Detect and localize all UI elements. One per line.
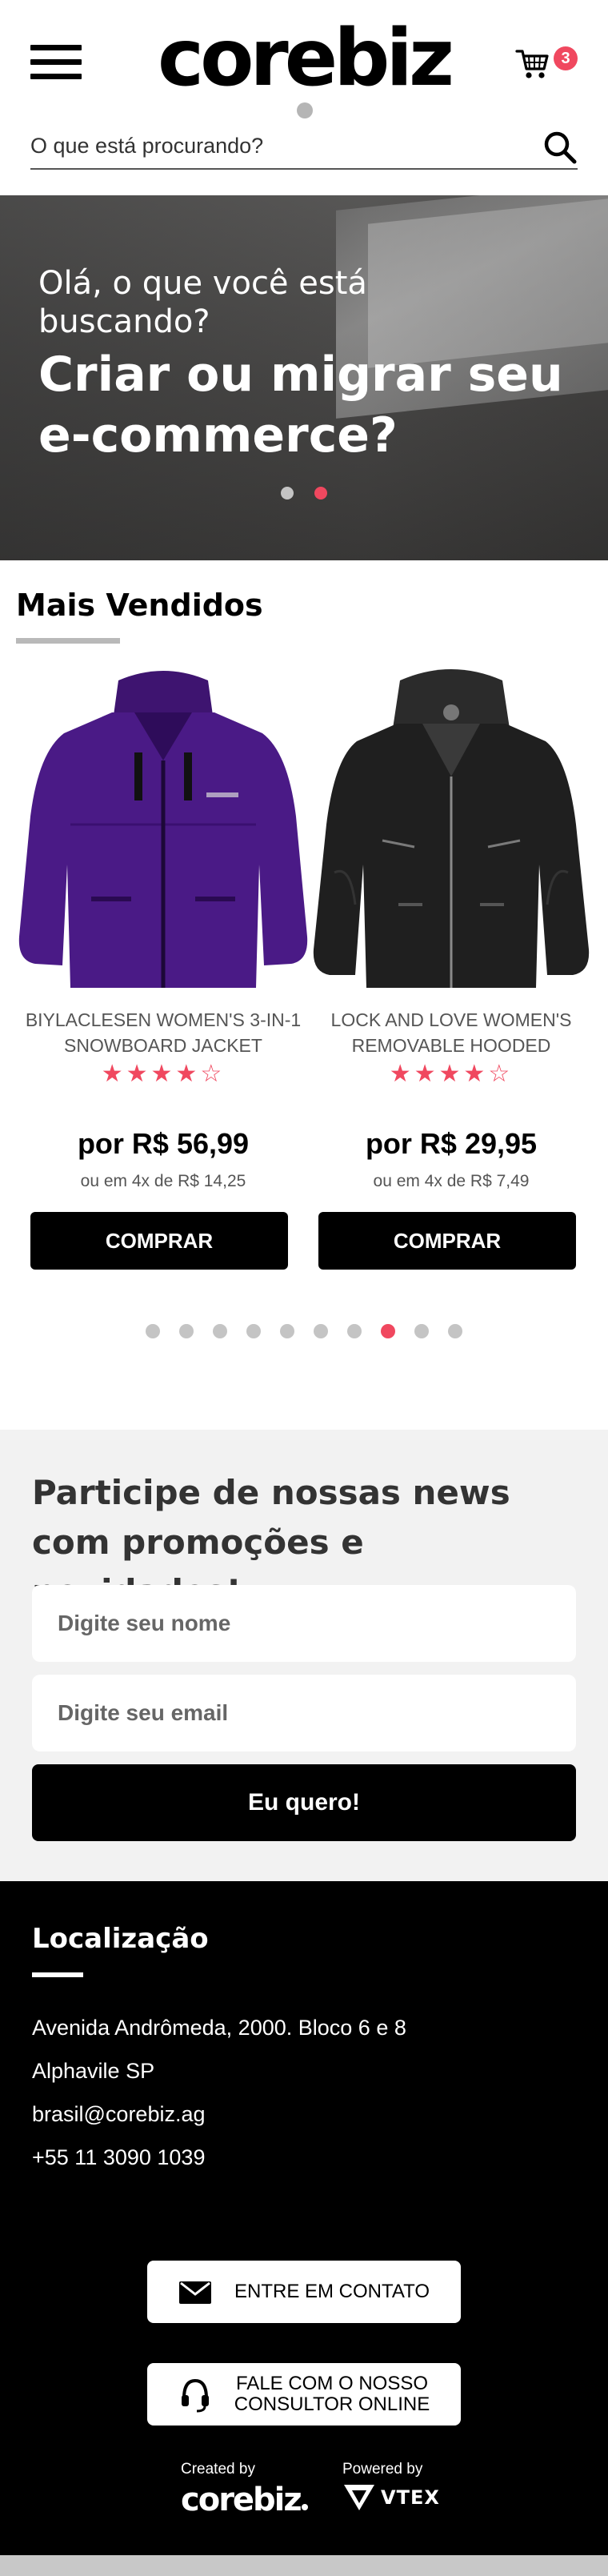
product-installments: ou em 4x de R$ 7,49 (373, 1172, 530, 1190)
footer: Localização Avenida Andrômeda, 2000. Blo… (0, 1881, 608, 2555)
contact-button-label: ENTRE EM CONTATO (234, 2281, 430, 2302)
consultant-button[interactable]: FALE COM O NOSSO CONSULTOR ONLINE (147, 2363, 461, 2426)
footer-phone[interactable]: +55 11 3090 1039 (32, 2145, 205, 2170)
footer-title-underline (32, 1972, 83, 1977)
cart-button[interactable]: 3 (515, 46, 578, 82)
shelf-dot-4[interactable] (246, 1324, 261, 1338)
product-name[interactable]: BIYLACLESEN WOMEN'S 3-IN-1 SNOWBOARD JAC… (22, 1007, 304, 1058)
product-card[interactable]: BIYLACLESEN WOMEN'S 3-IN-1 SNOWBOARD JAC… (14, 664, 312, 1273)
vtex-logo-icon (344, 2485, 374, 2510)
brand-logo[interactable]: corebiz (152, 13, 456, 118)
product-rating-stars: ★★★★☆ (389, 1061, 514, 1087)
newsletter-email-input[interactable] (32, 1675, 576, 1751)
newsletter-name-input[interactable] (32, 1585, 576, 1662)
shelf-dot-3[interactable] (213, 1324, 227, 1338)
product-installments: ou em 4x de R$ 14,25 (80, 1172, 246, 1190)
product-price: por R$ 29,95 (365, 1127, 538, 1160)
cart-icon (515, 50, 549, 78)
shelf-dot-9[interactable] (414, 1324, 429, 1338)
footer-email[interactable]: brasil@corebiz.ag (32, 2102, 206, 2127)
product-card[interactable]: LOCK AND LOVE WOMEN'S REMOVABLE HOODED ★… (302, 664, 600, 1273)
powered-by[interactable]: Powered by VTEX (342, 2461, 502, 2525)
shelf-pagination (0, 1324, 608, 1338)
powered-by-label: Powered by (342, 2461, 423, 2478)
product-image-black-leather-jacket[interactable] (302, 664, 600, 1001)
product-image-purple-jacket[interactable] (14, 664, 312, 1001)
shelf-dot-2[interactable] (179, 1324, 194, 1338)
product-rating-stars: ★★★★☆ (101, 1061, 226, 1087)
shelf-dot-7[interactable] (347, 1324, 362, 1338)
mail-icon (179, 2281, 211, 2304)
shelf-dot-6[interactable] (314, 1324, 328, 1338)
section-title-best-sellers: Mais Vendidos (16, 588, 263, 623)
vtex-logo: VTEX (342, 2483, 439, 2515)
footer-address: Avenida Andrômeda, 2000. Bloco 6 e 8 (32, 2016, 406, 2040)
consultant-button-label: FALE COM O NOSSO CONSULTOR ONLINE (234, 2373, 430, 2415)
shelf-dot-5[interactable] (280, 1324, 294, 1338)
cart-count-badge: 3 (554, 46, 578, 70)
menu-icon[interactable] (30, 45, 82, 83)
shelf-dot-10[interactable] (448, 1324, 462, 1338)
product-name[interactable]: LOCK AND LOVE WOMEN'S REMOVABLE HOODED (310, 1007, 592, 1058)
newsletter-section: Participe de nossas news com promoções e… (0, 1430, 608, 1881)
hero-banner[interactable]: Olá, o que você está buscando? Criar ou … (0, 195, 608, 560)
corebiz-footer-logo: corebiz (181, 2482, 308, 2518)
section-title-underline (16, 638, 120, 644)
contact-button[interactable]: ENTRE EM CONTATO (147, 2261, 461, 2323)
shelf-dot-8-active[interactable] (381, 1324, 395, 1338)
vtex-logo-text: VTEX (381, 2486, 440, 2509)
banner-dot-2-active[interactable] (314, 487, 327, 500)
header: corebiz 3 (0, 0, 608, 192)
footer-location-title: Localização (32, 1923, 209, 1955)
banner-dot-1[interactable] (281, 487, 294, 500)
corebiz-footer-logo-text: corebiz (181, 2482, 302, 2518)
created-by[interactable]: Created by corebiz (181, 2461, 341, 2525)
banner-headline: Criar ou migrar seu e-commerce? (38, 347, 563, 463)
banner-subtitle: Olá, o que você está buscando? (38, 265, 367, 340)
bottom-bar (0, 2555, 608, 2576)
logo-text: corebiz (158, 13, 454, 104)
search-bar (30, 125, 578, 170)
search-input[interactable] (30, 125, 526, 167)
buy-button[interactable]: COMPRAR (318, 1212, 576, 1270)
buy-button[interactable]: COMPRAR (30, 1212, 288, 1270)
newsletter-submit-button[interactable]: Eu quero! (32, 1764, 576, 1841)
headset-icon (182, 2378, 209, 2413)
banner-pagination (0, 487, 608, 500)
product-price: por R$ 56,99 (77, 1127, 250, 1160)
shelf-dot-1[interactable] (146, 1324, 160, 1338)
created-by-label: Created by (181, 2461, 255, 2478)
logo-dot (297, 102, 313, 118)
footer-city: Alphavile SP (32, 2059, 155, 2083)
search-icon[interactable] (542, 130, 578, 165)
